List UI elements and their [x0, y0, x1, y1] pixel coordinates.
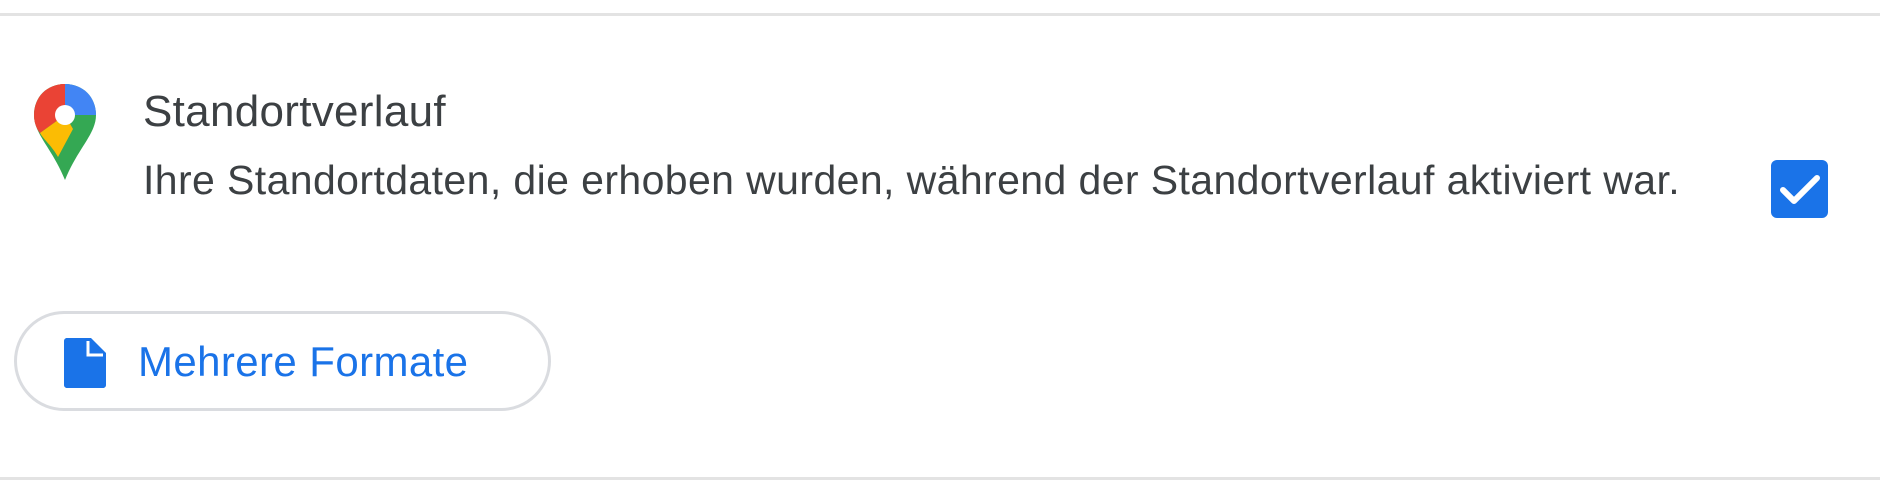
item-title: Standortverlauf — [143, 87, 446, 136]
google-maps-pin-icon — [34, 84, 96, 180]
file-icon — [64, 338, 106, 388]
multiple-formats-button[interactable]: Mehrere Formate — [14, 311, 551, 411]
item-description: Ihre Standortdaten, die erhoben wurden, … — [143, 157, 1681, 203]
multiple-formats-label: Mehrere Formate — [138, 338, 469, 385]
top-divider — [0, 13, 1880, 16]
include-checkbox[interactable] — [1771, 160, 1828, 218]
checkmark-icon — [1780, 175, 1820, 204]
bottom-divider — [0, 477, 1880, 480]
